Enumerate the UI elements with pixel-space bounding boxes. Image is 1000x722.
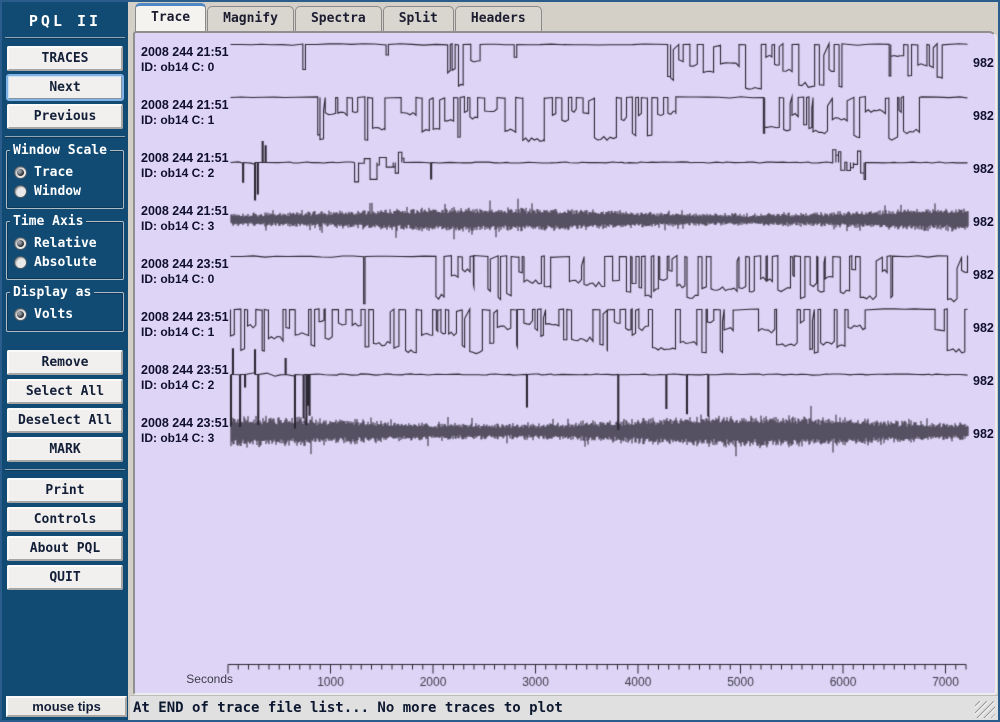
divider — [5, 136, 125, 138]
select-all-button[interactable]: Select All — [7, 379, 123, 404]
quit-button[interactable]: QUIT — [7, 565, 123, 590]
tab-split[interactable]: Split — [383, 6, 454, 31]
time-axis-group-label: Time Axis — [10, 214, 86, 229]
radio-window-icon[interactable] — [14, 185, 27, 198]
radio-volts-label: Volts — [34, 307, 73, 322]
about-pql-button[interactable]: About PQL — [7, 536, 123, 561]
radio-absolute-icon[interactable] — [14, 256, 27, 269]
tab-spectra[interactable]: Spectra — [295, 6, 382, 31]
mark-button[interactable]: MARK — [7, 437, 123, 462]
radio-relative-label: Relative — [34, 236, 97, 251]
remove-button[interactable]: Remove — [7, 350, 123, 375]
radio-relative[interactable]: Relative — [14, 236, 116, 251]
display-as-group-label: Display as — [10, 285, 94, 300]
trace-plot-area[interactable]: Seconds 2008 244 21:51ID: ob14 C: 098220… — [133, 31, 997, 695]
deselect-all-button[interactable]: Deselect All — [7, 408, 123, 433]
waveform-canvas[interactable] — [135, 33, 993, 691]
time-axis-group: Time Axis Relative Absolute — [6, 221, 124, 280]
resize-grip-icon[interactable] — [975, 701, 995, 718]
display-as-group: Display as Volts — [6, 292, 124, 332]
radio-absolute[interactable]: Absolute — [14, 255, 116, 270]
mouse-tips-button[interactable]: mouse tips — [6, 696, 127, 717]
window-scale-group-label: Window Scale — [10, 143, 110, 158]
app-title: PQL II — [2, 12, 128, 30]
previous-button[interactable]: Previous — [7, 104, 123, 129]
tab-bar: Trace Magnify Spectra Split Headers — [132, 2, 998, 31]
window-scale-group: Window Scale Trace Window — [6, 150, 124, 209]
tab-headers[interactable]: Headers — [455, 6, 542, 31]
traces-button[interactable]: TRACES — [7, 46, 123, 71]
radio-window[interactable]: Window — [14, 184, 116, 199]
sidebar: PQL II TRACES Next Previous Window Scale… — [2, 2, 128, 720]
radio-trace-icon[interactable] — [14, 166, 27, 179]
status-bar: At END of trace file list... No more tra… — [130, 695, 998, 720]
radio-relative-icon[interactable] — [14, 237, 27, 250]
tab-trace[interactable]: Trace — [135, 3, 206, 31]
radio-trace[interactable]: Trace — [14, 165, 116, 180]
radio-volts-icon[interactable] — [14, 308, 27, 321]
divider — [5, 469, 125, 471]
radio-trace-label: Trace — [34, 165, 73, 180]
radio-volts[interactable]: Volts — [14, 307, 116, 322]
divider — [5, 37, 125, 39]
controls-button[interactable]: Controls — [7, 507, 123, 532]
print-button[interactable]: Print — [7, 478, 123, 503]
pql-window: PQL II TRACES Next Previous Window Scale… — [0, 0, 1000, 722]
radio-window-label: Window — [34, 184, 81, 199]
tab-magnify[interactable]: Magnify — [207, 6, 294, 31]
radio-absolute-label: Absolute — [34, 255, 97, 270]
next-button[interactable]: Next — [7, 75, 123, 100]
